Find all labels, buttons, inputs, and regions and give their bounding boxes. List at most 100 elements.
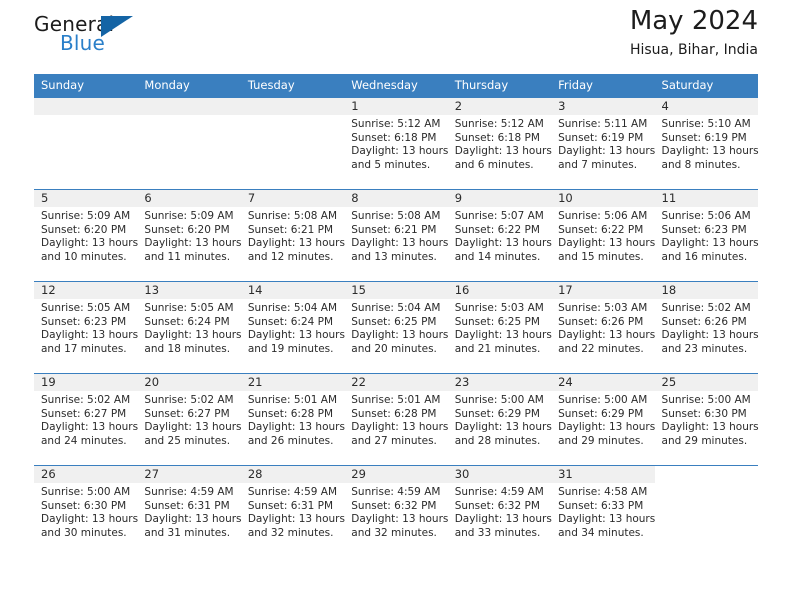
daylight-duration-line2: and 19 minutes.	[247, 342, 334, 355]
day-number: 6	[137, 190, 241, 207]
calendar-day-cell[interactable]: 19 Sunrise: 5:02 AM Sunset: 6:27 PM Dayligh…	[34, 373, 139, 466]
calendar-day-cell[interactable]: 17 Sunrise: 5:03 AM Sunset: 6:26 PM Dayligh…	[551, 281, 655, 374]
day-number: 23	[447, 374, 552, 391]
daylight-duration-line2: and 8 minutes.	[661, 158, 741, 171]
daylight-duration-line1: Daylight: 13 hours	[41, 237, 139, 250]
calendar-day-cell[interactable]: 3 Sunrise: 5:11 AM Sunset: 6:19 PM Daylight…	[551, 97, 656, 190]
day-details: Sunrise: 4:59 AM Sunset: 6:31 PM Daylight:…	[137, 483, 241, 540]
day-number: 30	[447, 466, 552, 483]
day-number: 16	[447, 282, 552, 299]
calendar-day-cell[interactable]: 6 Sunrise: 5:09 AM Sunset: 6:20 PM Daylight…	[137, 189, 242, 282]
calendar-day-cell[interactable]: 13 Sunrise: 5:05 AM Sunset: 6:24 PM Dayligh…	[137, 281, 242, 374]
calendar-day-cell[interactable]: 18 Sunrise: 5:02 AM Sunset: 6:26 PM Dayligh…	[654, 281, 759, 374]
daylight-duration-line2: and 5 minutes.	[351, 158, 431, 171]
calendar-day-cell[interactable]: 31 Sunrise: 4:58 AM Sunset: 6:33 PM Dayligh…	[551, 465, 655, 557]
calendar-day-cell[interactable]: 28 Sunrise: 4:59 AM Sunset: 6:31 PM Dayligh…	[240, 465, 345, 557]
calendar-day-cell[interactable]: 23 Sunrise: 5:00 AM Sunset: 6:29 PM Dayligh…	[447, 373, 552, 466]
day-details: Sunrise: 5:08 AM Sunset: 6:21 PM Daylight:…	[344, 207, 449, 264]
daylight-duration-line2: and 27 minutes.	[351, 434, 437, 447]
calendar-day-cell[interactable]: 15 Sunrise: 5:04 AM Sunset: 6:25 PM Dayligh…	[344, 281, 449, 374]
calendar-day-cell[interactable]: 25 Sunrise: 5:00 AM Sunset: 6:30 PM Dayligh…	[654, 373, 759, 466]
day-number: 11	[654, 190, 758, 207]
day-details: Sunrise: 5:00 AM Sunset: 6:30 PM Daylight:…	[34, 483, 138, 540]
sunset-time: Sunset: 6:25 PM	[454, 315, 540, 328]
daylight-duration-line1: Daylight: 13 hours	[41, 421, 139, 434]
sunrise-time: Sunrise: 5:03 AM	[558, 302, 648, 314]
calendar-day-cell[interactable]: 21 Sunrise: 5:01 AM Sunset: 6:28 PM Dayligh…	[240, 373, 345, 466]
day-number: 24	[551, 374, 655, 391]
sunrise-time: Sunrise: 5:03 AM	[454, 302, 544, 314]
daylight-duration-line2: and 28 minutes.	[454, 434, 541, 447]
calendar-day-cell[interactable]: 16 Sunrise: 5:03 AM Sunset: 6:25 PM Dayligh…	[447, 281, 552, 374]
daylight-duration-line1: Daylight: 13 hours	[351, 237, 449, 250]
calendar-day-cell[interactable]: 27 Sunrise: 4:59 AM Sunset: 6:31 PM Dayligh…	[137, 465, 242, 557]
day-number: 28	[240, 466, 345, 483]
day-details: Sunrise: 5:01 AM Sunset: 6:28 PM Daylight:…	[344, 391, 448, 448]
calendar-day-cell-empty[interactable]	[137, 97, 241, 190]
daylight-duration-line2: and 25 minutes.	[144, 434, 231, 447]
day-number: 1	[344, 98, 448, 115]
general-blue-logo[interactable]: General Blue	[34, 12, 154, 58]
daylight-duration-line1: Daylight: 13 hours	[454, 513, 552, 526]
calendar-day-cell[interactable]: 22 Sunrise: 5:01 AM Sunset: 6:28 PM Dayligh…	[344, 373, 448, 466]
sunset-time: Sunset: 6:22 PM	[558, 223, 644, 236]
calendar-day-cell[interactable]: 26 Sunrise: 5:00 AM Sunset: 6:30 PM Dayligh…	[34, 465, 138, 557]
sunrise-time: Sunrise: 5:02 AM	[661, 302, 751, 314]
sunrise-time: Sunrise: 5:12 AM	[351, 118, 441, 130]
daylight-duration-line1: Daylight: 13 hours	[351, 329, 449, 342]
calendar-day-cell[interactable]: 10 Sunrise: 5:06 AM Sunset: 6:22 PM Dayligh…	[551, 189, 655, 282]
title-block: May 2024 Hisua, Bihar, India	[630, 4, 758, 60]
calendar-day-cell[interactable]: 14 Sunrise: 5:04 AM Sunset: 6:24 PM Dayligh…	[240, 281, 345, 374]
daylight-duration-line2: and 33 minutes.	[454, 526, 541, 539]
calendar-day-cell[interactable]: 9 Sunrise: 5:07 AM Sunset: 6:22 PM Daylight…	[447, 189, 552, 282]
calendar-day-cell[interactable]: 29 Sunrise: 4:59 AM Sunset: 6:32 PM Dayligh…	[344, 465, 449, 557]
day-number: 19	[34, 374, 138, 391]
sunrise-time: Sunrise: 5:04 AM	[247, 302, 338, 314]
calendar-day-cell[interactable]: 5 Sunrise: 5:09 AM Sunset: 6:20 PM Daylight…	[34, 189, 139, 282]
daylight-duration-line2: and 29 minutes.	[661, 434, 748, 447]
sunrise-time: Sunrise: 5:01 AM	[351, 394, 441, 406]
calendar-day-cell-empty[interactable]	[34, 97, 138, 190]
sunset-time: Sunset: 6:28 PM	[247, 407, 334, 420]
daylight-duration-line2: and 29 minutes.	[558, 434, 644, 447]
daylight-duration-line1: Daylight: 13 hours	[454, 145, 552, 158]
calendar-day-cell-empty[interactable]	[240, 97, 345, 190]
sunset-time: Sunset: 6:21 PM	[351, 223, 437, 236]
day-details: Sunrise: 5:03 AM Sunset: 6:25 PM Daylight:…	[448, 299, 552, 356]
day-number: 22	[344, 374, 448, 391]
day-details: Sunrise: 4:59 AM Sunset: 6:32 PM Daylight:…	[344, 483, 449, 540]
weekday-header-thursday: Thursday	[447, 74, 552, 98]
calendar-day-cell[interactable]: 30 Sunrise: 4:59 AM Sunset: 6:32 PM Dayligh…	[447, 465, 552, 557]
calendar-day-cell[interactable]: 7 Sunrise: 5:08 AM Sunset: 6:21 PM Daylight…	[240, 189, 345, 282]
sunset-time: Sunset: 6:20 PM	[41, 223, 127, 236]
daylight-duration-line2: and 17 minutes.	[41, 342, 127, 355]
calendar-day-cell[interactable]: 20 Sunrise: 5:02 AM Sunset: 6:27 PM Dayligh…	[137, 373, 242, 466]
daylight-duration-line1: Daylight: 13 hours	[247, 421, 345, 434]
sunset-time: Sunset: 6:28 PM	[351, 407, 437, 420]
daylight-duration-line1: Daylight: 13 hours	[351, 513, 449, 526]
sunrise-time: Sunrise: 5:07 AM	[454, 210, 544, 222]
calendar-day-cell[interactable]: 4 Sunrise: 5:10 AM Sunset: 6:19 PM Daylight…	[654, 97, 759, 190]
daylight-duration-line1: Daylight: 13 hours	[558, 145, 656, 158]
daylight-duration-line2: and 12 minutes.	[247, 250, 334, 263]
sunset-time: Sunset: 6:29 PM	[454, 407, 540, 420]
sunrise-sunset-calendar: Sunday Monday Tuesday Wednesday Thursday…	[34, 74, 759, 557]
daylight-duration-line2: and 18 minutes.	[144, 342, 231, 355]
day-details: Sunrise: 5:03 AM Sunset: 6:26 PM Daylight:…	[551, 299, 655, 356]
day-details: Sunrise: 5:05 AM Sunset: 6:23 PM Daylight:…	[34, 299, 138, 356]
calendar-week-row: 19 Sunrise: 5:02 AM Sunset: 6:27 PM Dayligh…	[34, 373, 759, 466]
day-number: 13	[137, 282, 241, 299]
daylight-duration-line2: and 16 minutes.	[661, 250, 748, 263]
sunset-time: Sunset: 6:33 PM	[558, 499, 644, 512]
calendar-day-cell[interactable]: 12 Sunrise: 5:05 AM Sunset: 6:23 PM Dayligh…	[34, 281, 138, 374]
calendar-day-cell[interactable]: 24 Sunrise: 5:00 AM Sunset: 6:29 PM Dayligh…	[551, 373, 655, 466]
calendar-day-cell[interactable]: 11 Sunrise: 5:06 AM Sunset: 6:23 PM Dayligh…	[654, 189, 759, 282]
daylight-duration-line2: and 32 minutes.	[247, 526, 334, 539]
calendar-day-cell[interactable]: 2 Sunrise: 5:12 AM Sunset: 6:18 PM Daylight…	[447, 97, 552, 190]
calendar-day-cell[interactable]: 1 Sunrise: 5:12 AM Sunset: 6:18 PM Daylight…	[344, 97, 448, 190]
daylight-duration-line2: and 14 minutes.	[454, 250, 541, 263]
calendar-day-cell-empty[interactable]	[654, 465, 758, 557]
calendar-day-cell[interactable]: 8 Sunrise: 5:08 AM Sunset: 6:21 PM Daylight…	[344, 189, 449, 282]
day-details: Sunrise: 5:12 AM Sunset: 6:18 PM Daylight:…	[448, 115, 552, 172]
sunrise-time: Sunrise: 4:59 AM	[144, 486, 234, 498]
